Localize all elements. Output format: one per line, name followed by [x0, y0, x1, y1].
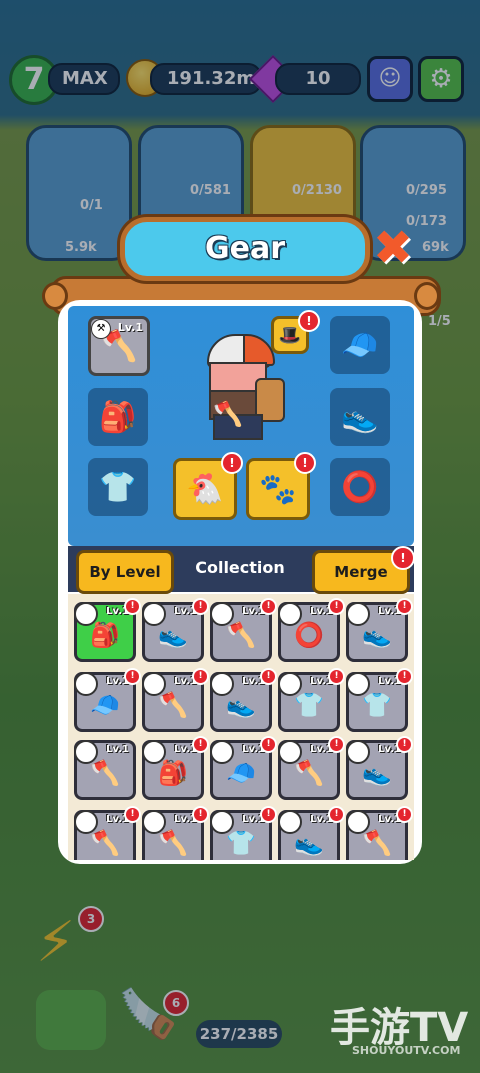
- gear-item-backpack[interactable]: Lv.1 🎒!: [74, 598, 141, 662]
- backpack-slot[interactable]: 🎒: [88, 388, 148, 446]
- alert-icon: !: [298, 310, 320, 332]
- alert-icon: !: [396, 806, 413, 823]
- shoe-icon: 👟: [362, 621, 392, 649]
- axe-icon: 🪓: [90, 829, 120, 857]
- gear-item-collar[interactable]: Lv.1 ⭕!: [278, 598, 345, 662]
- gear-item-shoe[interactable]: Lv.1 👟!: [210, 668, 277, 732]
- gear-item-shirt[interactable]: Lv.1 👕!: [278, 668, 345, 732]
- shoe-slot[interactable]: 👟: [330, 388, 390, 446]
- alert-icon: !: [328, 806, 345, 823]
- alert-icon: !: [221, 452, 243, 474]
- axe-icon: 🪓: [158, 829, 188, 857]
- gear-item-shirt[interactable]: Lv.1 👕!: [210, 806, 277, 860]
- alert-icon: !: [260, 736, 277, 753]
- alert-icon: !: [396, 668, 413, 685]
- cap-icon: 🧢: [90, 691, 120, 719]
- shirt-slot[interactable]: 👕: [88, 458, 148, 516]
- shoe-icon: 👟: [294, 829, 324, 857]
- alert-icon: !: [328, 668, 345, 685]
- alert-icon: !: [124, 598, 141, 615]
- axe-icon: 🪓: [90, 759, 120, 787]
- alert-icon: !: [391, 546, 415, 570]
- backpack-icon: 🎒: [99, 399, 137, 435]
- gear-item-shirt[interactable]: Lv.1 👕!: [346, 668, 413, 732]
- alert-icon: !: [260, 806, 277, 823]
- alert-icon: !: [328, 736, 345, 753]
- alert-icon: !: [260, 598, 277, 615]
- alert-icon: !: [124, 668, 141, 685]
- shoe-icon: 👟: [226, 691, 256, 719]
- close-icon: ✖: [372, 220, 414, 276]
- collection-tab[interactable]: Collection: [190, 558, 290, 577]
- gear-item-backpack[interactable]: Lv.1 🎒!: [142, 736, 209, 800]
- collar-icon: ⭕: [294, 621, 324, 649]
- watermark-url: SHOUYOUTV.COM: [352, 1044, 461, 1057]
- backpack-icon: 🎒: [90, 621, 120, 649]
- shirt-icon: 👕: [362, 691, 392, 719]
- alert-icon: !: [124, 806, 141, 823]
- alert-icon: !: [260, 668, 277, 685]
- gear-item-axe[interactable]: Lv.1 🪓!: [346, 806, 413, 860]
- axe-icon: 🪓: [294, 759, 324, 787]
- gear-item-axe[interactable]: Lv.1 🪓!: [142, 806, 209, 860]
- alert-icon: !: [294, 452, 316, 474]
- gear-item-axe[interactable]: Lv.1 🪓!: [74, 806, 141, 860]
- shirt-icon: 👕: [294, 691, 324, 719]
- cap-icon: 🧢: [341, 327, 379, 363]
- gear-item-axe[interactable]: Lv.1 🪓: [74, 740, 136, 800]
- axe-tag-icon: ⚒: [91, 319, 111, 339]
- shirt-icon: 👕: [99, 469, 137, 505]
- gear-item-shoe[interactable]: Lv.1 👟!: [346, 598, 413, 662]
- shirt-icon: 👕: [226, 829, 256, 857]
- alert-icon: !: [192, 668, 209, 685]
- alert-icon: !: [192, 736, 209, 753]
- item-level: Lv.1: [106, 744, 129, 755]
- alert-icon: !: [396, 598, 413, 615]
- scroll-curl-right: [414, 282, 440, 310]
- held-axe-icon: 🪓: [213, 400, 243, 428]
- gear-item-shoe[interactable]: Lv.1 👟!: [278, 806, 345, 860]
- character-avatar: 🪓: [195, 328, 285, 440]
- gear-item-cap[interactable]: Lv.1 🧢!: [210, 736, 277, 800]
- alert-icon: !: [192, 598, 209, 615]
- collar-slot[interactable]: ⭕: [330, 458, 390, 516]
- axe-icon: 🪓: [158, 691, 188, 719]
- gear-item-shoe[interactable]: Lv.1 👟!: [142, 598, 209, 662]
- cap-slot[interactable]: 🧢: [330, 316, 390, 374]
- title-banner: Gear: [120, 217, 370, 281]
- alert-icon: !: [328, 598, 345, 615]
- weapon-level: Lv.1: [117, 321, 143, 334]
- shoe-icon: 👟: [341, 399, 379, 435]
- axe-icon: 🪓: [362, 829, 392, 857]
- collar-icon: ⭕: [341, 469, 379, 505]
- axe-icon: 🪓: [226, 621, 256, 649]
- weapon-slot[interactable]: 🪓 ⚒ Lv.1: [88, 316, 150, 376]
- gear-item-cap[interactable]: Lv.1 🧢!: [74, 668, 141, 732]
- by-level-button[interactable]: By Level: [76, 550, 174, 594]
- alert-icon: !: [192, 806, 209, 823]
- gear-item-axe[interactable]: Lv.1 🪓!: [142, 668, 209, 732]
- gear-item-axe[interactable]: Lv.1 🪓!: [278, 736, 345, 800]
- gear-item-shoe[interactable]: Lv.1 👟!: [346, 736, 413, 800]
- shoe-icon: 👟: [158, 621, 188, 649]
- close-button[interactable]: ✖: [372, 224, 414, 272]
- gear-grid: Lv.1 🎒! Lv.1 👟! Lv.1 🪓! Lv.1 ⭕! Lv.1 👟! Lv.1 🧢! Lv.1…: [68, 594, 414, 860]
- alert-icon: !: [396, 736, 413, 753]
- cap-icon: 🧢: [226, 759, 256, 787]
- gear-item-axe[interactable]: Lv.1 🪓!: [210, 598, 277, 662]
- modal-title: Gear: [204, 231, 285, 266]
- backpack-icon: 🎒: [158, 759, 188, 787]
- shoe-icon: 👟: [362, 759, 392, 787]
